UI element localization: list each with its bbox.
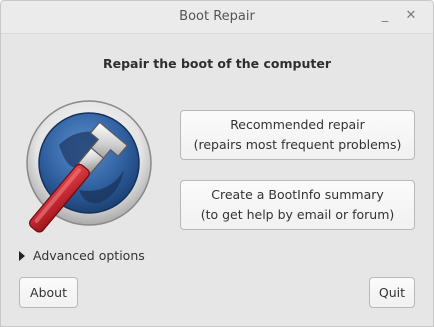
create-bootinfo-label: Create a BootInfo summary — [211, 187, 384, 202]
window-title: Boot Repair — [179, 9, 255, 24]
advanced-options-label: Advanced options — [33, 248, 145, 263]
title-bar[interactable]: Boot Repair _ ✕ — [1, 1, 433, 34]
boot-repair-window: Boot Repair _ ✕ Repair the boot of the c… — [0, 0, 434, 327]
quit-button[interactable]: Quit — [369, 277, 415, 308]
minimize-button[interactable]: _ — [376, 7, 394, 25]
recommended-repair-sublabel: (repairs most frequent problems) — [193, 137, 402, 152]
recommended-repair-label: Recommended repair — [230, 117, 365, 132]
create-bootinfo-button[interactable]: Create a BootInfo summary (to get help b… — [180, 180, 415, 230]
boot-repair-logo-icon — [26, 100, 152, 233]
advanced-options-expander[interactable]: Advanced options — [19, 248, 145, 266]
close-button[interactable]: ✕ — [402, 7, 420, 25]
about-button[interactable]: About — [19, 277, 78, 308]
create-bootinfo-sublabel: (to get help by email or forum) — [200, 207, 395, 222]
page-heading: Repair the boot of the computer — [102, 56, 331, 71]
expander-arrow-icon — [19, 250, 25, 261]
recommended-repair-button[interactable]: Recommended repair (repairs most frequen… — [180, 110, 415, 160]
